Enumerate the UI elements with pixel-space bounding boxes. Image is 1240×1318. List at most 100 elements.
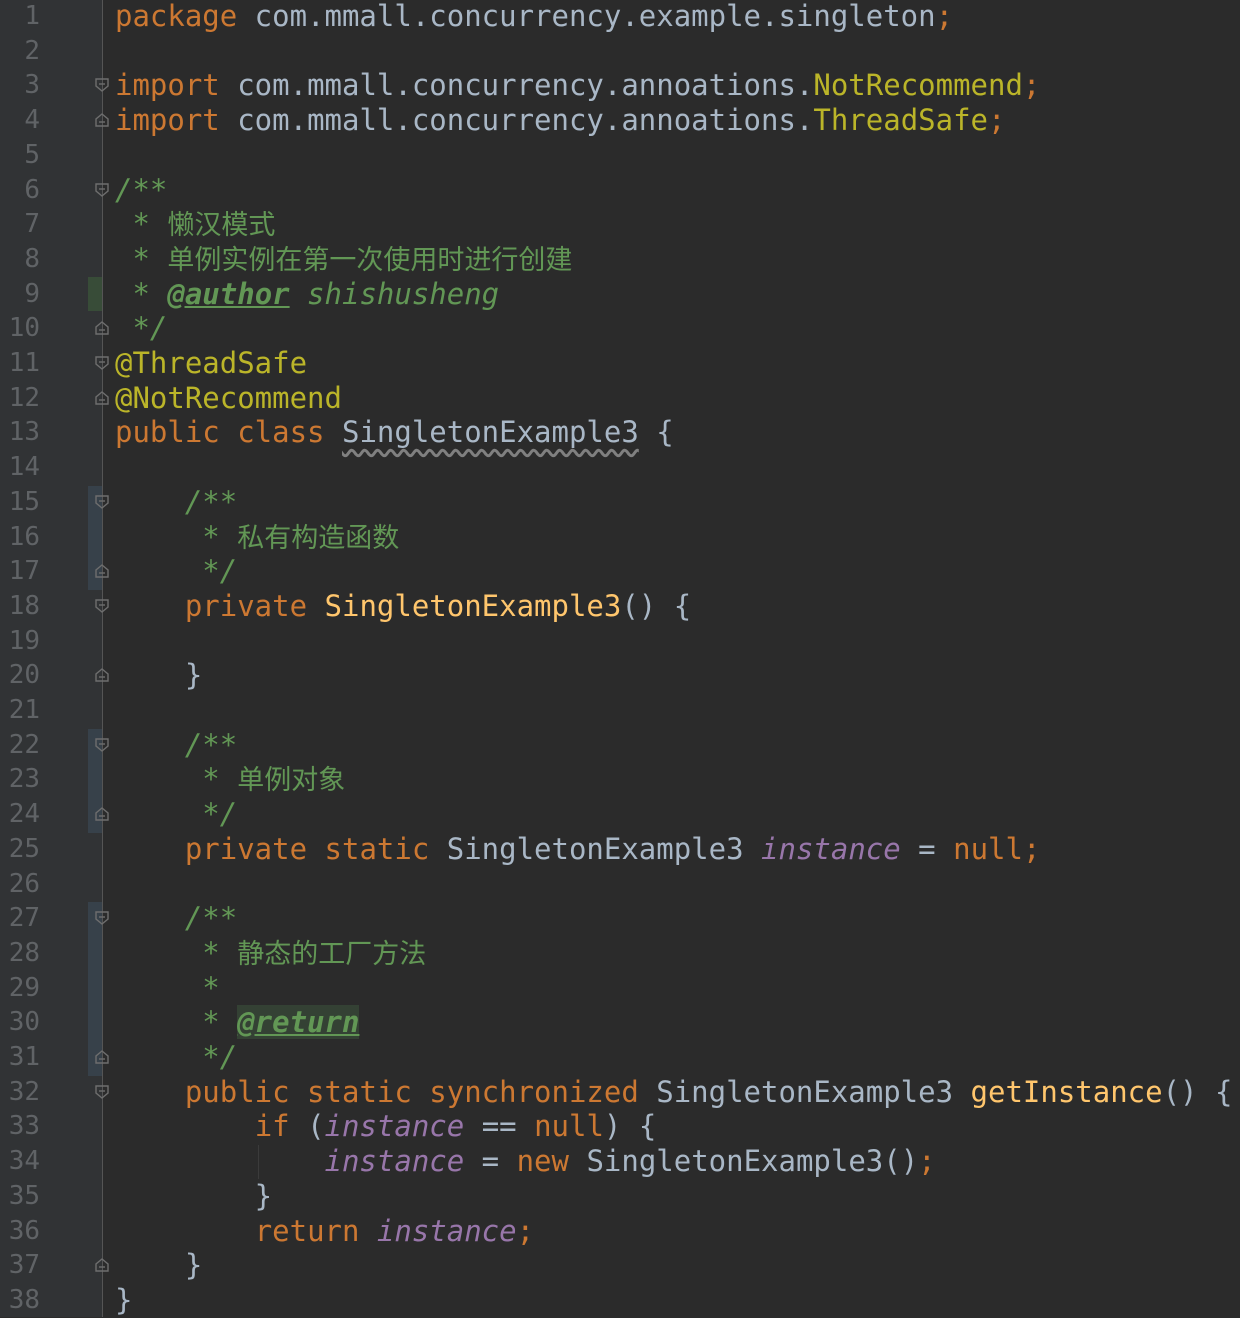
token-field: instance: [324, 1144, 465, 1179]
code-text: }: [115, 1248, 202, 1283]
token-doc: *: [115, 241, 168, 276]
line-number: 32: [8, 1076, 40, 1107]
code-line[interactable]: 36 return instance;: [0, 1214, 1240, 1249]
line-number: 33: [8, 1111, 40, 1142]
token-doc: /**: [184, 484, 238, 519]
code-line[interactable]: 38}: [0, 1283, 1240, 1318]
token-plain: com.mmall.concurrency.example.singleton: [237, 0, 936, 33]
line-number: 9: [24, 278, 40, 309]
code-line[interactable]: 23 * 单例对象: [0, 762, 1240, 797]
code-line[interactable]: 28 * 静态的工厂方法: [0, 936, 1240, 971]
token-plain: com.mmall.concurrency.annoations.: [219, 103, 814, 138]
token-doc: *: [115, 970, 220, 1005]
code-line[interactable]: 33 if (instance == null) {: [0, 1109, 1240, 1144]
token-kw: if: [254, 1109, 308, 1144]
code-line[interactable]: 22 /**: [0, 728, 1240, 763]
code-text: */: [115, 311, 167, 346]
code-line[interactable]: 32 public static synchronized SingletonE…: [0, 1075, 1240, 1110]
fold-end-icon[interactable]: [95, 564, 109, 578]
token-doc: */: [115, 554, 238, 589]
code-line[interactable]: 13 public class SingletonExample3 {: [0, 415, 1240, 450]
code-line[interactable]: 31 */: [0, 1040, 1240, 1075]
token-doc: */: [115, 1040, 238, 1074]
code-line[interactable]: 8 * 单例实例在第一次使用时进行创建: [0, 242, 1240, 277]
token-kw: ;: [918, 1144, 936, 1179]
line-number: 35: [8, 1180, 40, 1211]
code-line[interactable]: 17 */: [0, 554, 1240, 589]
code-line[interactable]: 16 * 私有构造函数: [0, 520, 1240, 555]
code-line[interactable]: 3 import com.mmall.concurrency.annoations…: [0, 68, 1240, 103]
fold-end-icon[interactable]: [95, 1258, 109, 1272]
line-number: 14: [8, 452, 40, 483]
code-line[interactable]: 20 }: [0, 658, 1240, 693]
code-text: private SingletonExample3() {: [115, 589, 691, 624]
code-line[interactable]: 11 @ThreadSafe: [0, 346, 1240, 381]
code-line[interactable]: 27 /**: [0, 901, 1240, 936]
token-doc: *: [115, 762, 238, 797]
code-text: @ThreadSafe: [115, 346, 307, 381]
fold-end-icon[interactable]: [95, 113, 109, 127]
code-text: * @author shishusheng: [115, 277, 499, 312]
line-number: 34: [8, 1146, 40, 1177]
code-line[interactable]: 5: [0, 138, 1240, 173]
fold-collapse-icon[interactable]: [95, 599, 109, 613]
code-editor[interactable]: 1 package com.mmall.concurrency.example.s…: [0, 0, 1240, 1317]
line-number: 10: [8, 313, 40, 344]
code-line[interactable]: 24 */: [0, 797, 1240, 832]
line-number: 24: [8, 799, 40, 830]
fold-collapse-icon[interactable]: [95, 78, 109, 93]
code-line[interactable]: 15 /**: [0, 485, 1240, 520]
code-line[interactable]: 14: [0, 450, 1240, 485]
code-line[interactable]: 9 * @author shishusheng: [0, 277, 1240, 312]
fold-end-icon[interactable]: [95, 807, 109, 821]
fold-end-icon[interactable]: [95, 668, 109, 682]
code-line[interactable]: 19: [0, 624, 1240, 659]
token-kw: ;: [988, 103, 1006, 138]
line-number: 27: [8, 903, 40, 934]
code-line[interactable]: 30 * @return: [0, 1005, 1240, 1040]
line-number: 26: [8, 868, 40, 899]
code-line[interactable]: 18 private SingletonExample3() {: [0, 589, 1240, 624]
code-line[interactable]: 35 }: [0, 1179, 1240, 1214]
fold-collapse-icon[interactable]: [95, 1084, 109, 1099]
line-number: 31: [8, 1042, 40, 1072]
fold-end-icon[interactable]: [95, 390, 109, 405]
fold-collapse-icon[interactable]: [95, 911, 109, 926]
line-number: 23: [8, 764, 40, 795]
code-line[interactable]: 37 }: [0, 1248, 1240, 1283]
fold-end-icon[interactable]: [95, 321, 109, 335]
code-text: private static SingletonExample3 instanc…: [115, 832, 1041, 867]
code-line[interactable]: 10 */: [0, 311, 1240, 346]
code-line[interactable]: 21: [0, 693, 1240, 728]
code-line[interactable]: 1 package com.mmall.concurrency.example.s…: [0, 0, 1240, 34]
code-text: */: [115, 1040, 237, 1075]
token-doc: /**: [184, 901, 238, 936]
code-text: if (instance == null) {: [115, 1109, 657, 1144]
line-number: 12: [8, 382, 40, 413]
token-plain: }: [115, 1282, 133, 1317]
fold-collapse-icon[interactable]: [95, 356, 109, 370]
fold-collapse-icon[interactable]: [95, 182, 109, 197]
fold-collapse-icon[interactable]: [95, 495, 109, 509]
code-line[interactable]: 25 private static SingletonExample3 inst…: [0, 832, 1240, 867]
code-text: public class SingletonExample3 {: [115, 415, 674, 450]
code-line[interactable]: 34 instance = new SingletonExample3();: [0, 1144, 1240, 1179]
code-line[interactable]: 6 /**: [0, 173, 1240, 208]
code-line[interactable]: 29 *: [0, 971, 1240, 1006]
code-text: * @return: [115, 1005, 360, 1040]
code-line[interactable]: 2: [0, 34, 1240, 69]
code-line[interactable]: 4 import com.mmall.concurrency.annoations…: [0, 103, 1240, 138]
code-line[interactable]: 12 @NotRecommend: [0, 381, 1240, 416]
token-kw: return: [254, 1213, 377, 1248]
fold-collapse-icon[interactable]: [95, 737, 109, 752]
code-line[interactable]: 7 * 懒汉模式: [0, 207, 1240, 242]
fold-end-icon[interactable]: [95, 1050, 109, 1064]
token-ann: @NotRecommend: [115, 380, 342, 415]
token-plain: (: [307, 1109, 325, 1144]
code-line[interactable]: 26: [0, 867, 1240, 902]
token-field: instance: [376, 1213, 517, 1248]
line-number: 13: [8, 417, 40, 448]
